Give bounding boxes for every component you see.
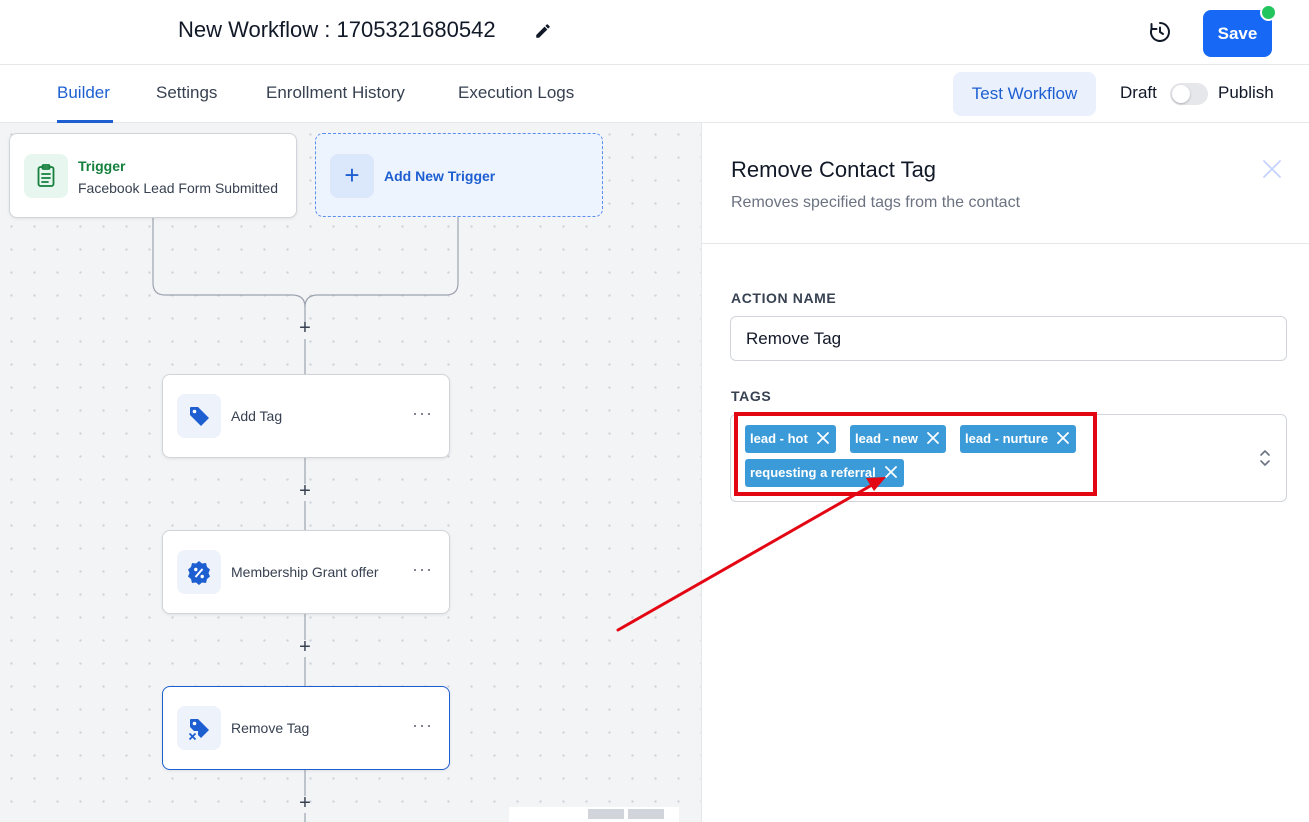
tab-bar: Builder Settings Enrollment History Exec… <box>0 65 1309 123</box>
workflow-canvas[interactable]: Trigger Facebook Lead Form Submitted + A… <box>0 123 701 822</box>
tag-remove-icon <box>177 706 221 750</box>
tag-chip-label: lead - hot <box>750 431 808 446</box>
percent-badge-icon <box>177 550 221 594</box>
tab-settings[interactable]: Settings <box>156 83 217 103</box>
add-step-button[interactable]: + <box>295 317 315 340</box>
pencil-icon[interactable] <box>534 22 552 40</box>
chevron-up-down-icon[interactable] <box>1256 446 1274 470</box>
node-add-tag[interactable]: Add Tag ··· <box>162 374 450 458</box>
tab-builder[interactable]: Builder <box>57 83 110 103</box>
action-name-input[interactable] <box>730 316 1287 361</box>
node-menu-button[interactable]: ··· <box>412 715 433 736</box>
workflow-title: New Workflow : 1705321680542 <box>178 17 496 42</box>
test-workflow-button[interactable]: Test Workflow <box>953 72 1096 116</box>
node-membership-grant-offer[interactable]: Membership Grant offer ··· <box>162 530 450 614</box>
tag-icon <box>177 394 221 438</box>
close-icon[interactable] <box>816 431 830 445</box>
minimap-block <box>628 809 664 819</box>
node-remove-tag[interactable]: Remove Tag ··· <box>162 686 450 770</box>
tab-enrollment-history[interactable]: Enrollment History <box>266 83 405 103</box>
node-label: Membership Grant offer <box>231 564 379 580</box>
publish-label: Publish <box>1218 83 1274 102</box>
add-step-button[interactable]: + <box>295 480 315 503</box>
tag-chip-label: lead - new <box>855 431 918 446</box>
panel-title: Remove Contact Tag <box>731 157 937 182</box>
node-label: Remove Tag <box>231 720 310 736</box>
close-icon[interactable] <box>884 465 898 479</box>
tag-chip-label: requesting a referral <box>750 465 876 480</box>
history-icon[interactable] <box>1148 20 1172 44</box>
toggle-knob <box>1172 85 1190 103</box>
minimap[interactable] <box>509 807 679 822</box>
tag-chip: lead - nurture <box>960 425 1077 453</box>
tag-chip: lead - new <box>850 425 946 453</box>
node-menu-button[interactable]: ··· <box>412 403 433 424</box>
app-header: New Workflow : 1705321680542 Save <box>0 0 1309 65</box>
status-dot <box>1260 4 1277 21</box>
panel-divider <box>702 243 1309 244</box>
plus-icon: + <box>330 154 374 198</box>
tag-chip-label: lead - nurture <box>965 431 1049 446</box>
add-trigger-label: Add New Trigger <box>384 168 496 184</box>
tag-chip: lead - hot <box>745 425 836 453</box>
node-menu-button[interactable]: ··· <box>412 559 433 580</box>
add-new-trigger-button[interactable]: + Add New Trigger <box>315 133 603 217</box>
tag-chip: requesting a referral <box>745 459 904 487</box>
node-label: Add Tag <box>231 408 283 424</box>
minimap-block <box>588 809 624 819</box>
draft-label: Draft <box>1120 83 1157 102</box>
trigger-label: Trigger <box>78 158 126 174</box>
close-icon[interactable] <box>1260 157 1284 181</box>
add-step-button[interactable]: + <box>295 636 315 659</box>
clipboard-list-icon <box>24 154 68 198</box>
action-name-label: ACTION NAME <box>731 290 837 306</box>
tags-label: TAGS <box>731 388 772 404</box>
tab-execution-logs[interactable]: Execution Logs <box>458 83 574 103</box>
panel-subtitle: Removes specified tags from the contact <box>731 194 1021 211</box>
add-step-button[interactable]: + <box>295 792 315 815</box>
publish-toggle[interactable] <box>1170 83 1208 105</box>
close-icon[interactable] <box>1056 431 1070 445</box>
trigger-card[interactable]: Trigger Facebook Lead Form Submitted <box>9 133 297 218</box>
trigger-name: Facebook Lead Form Submitted <box>78 180 278 196</box>
close-icon[interactable] <box>926 431 940 445</box>
